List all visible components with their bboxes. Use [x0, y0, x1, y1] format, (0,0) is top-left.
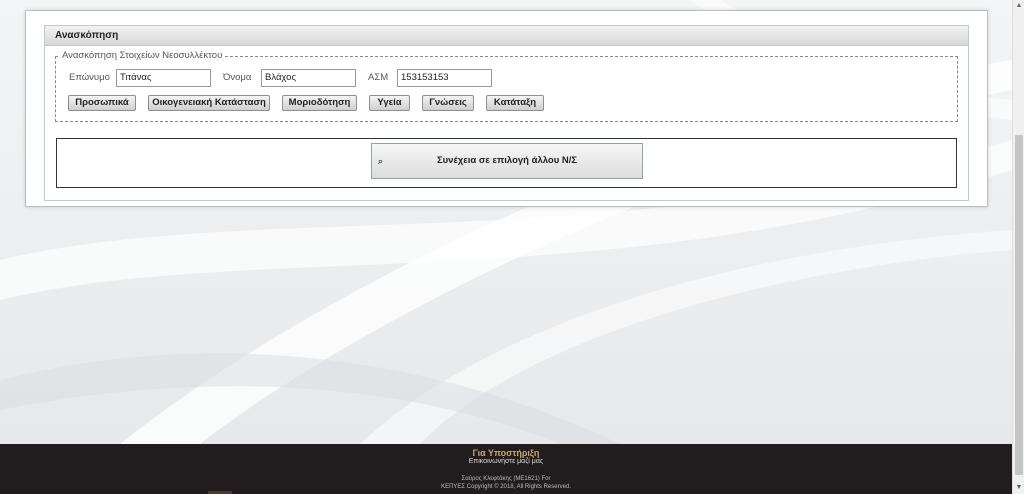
continue-container: ⌕ Συνέχεια σε επιλογή άλλου Ν/Σ [56, 138, 957, 188]
continue-other-recruit-button[interactable]: ⌕ Συνέχεια σε επιλογή άλλου Ν/Σ [371, 143, 643, 179]
scrollbar-thumb[interactable] [1015, 135, 1023, 475]
scroll-down-arrow-icon[interactable]: ▼ [1013, 482, 1024, 494]
knowledge-button[interactable]: Γνώσεις [422, 95, 474, 111]
footer-author: Σαύρος Κλεφτάκης (ΜΕ1621) For [461, 476, 551, 482]
health-button[interactable]: Υγεία [369, 95, 410, 111]
afm-label: ΑΣΜ [368, 72, 389, 83]
panel-title: Ανασκόπηση [45, 26, 968, 46]
placement-button[interactable]: Κατάταξη [486, 95, 544, 111]
search-icon: ⌕ [378, 156, 384, 166]
fieldset-legend: Ανασκόπηση Στοιχείων Νεοσυλλέκτου [60, 50, 225, 61]
surname-field[interactable]: Τιτάνας [116, 69, 211, 87]
overview-panel: Ανασκόπηση Ανασκόπηση Στοιχείων Νεοσυλλέ… [44, 25, 969, 201]
footer-copyright: ΚΕΠΥΕΣ Copyright © 2018, All Rights Rese… [441, 484, 571, 490]
name-field[interactable]: Βλάχος [261, 69, 356, 87]
scoring-button[interactable]: Μοριοδότηση [282, 95, 357, 111]
recruit-overview-fieldset: Ανασκόπηση Στοιχείων Νεοσυλλέκτου Επώνυμ… [55, 50, 958, 122]
contact-link[interactable]: Επικοινωνήστε μαζί μας [0, 458, 1012, 465]
surname-label: Επώνυμο [69, 72, 110, 83]
main-panel: Ανασκόπηση Ανασκόπηση Στοιχείων Νεοσυλλέ… [25, 10, 988, 207]
personal-button[interactable]: Προσωπικά [68, 95, 136, 111]
family-status-button[interactable]: Οικογενειακή Κατάσταση [148, 95, 270, 111]
name-label: Όνομα [223, 72, 252, 83]
support-title[interactable]: Για Υποστήριξη [0, 448, 1012, 458]
continue-label: Συνέχεια σε επιλογή άλλου Ν/Σ [436, 155, 578, 166]
scroll-up-arrow-icon[interactable]: ▲ [1013, 0, 1024, 12]
afm-field[interactable]: 153153153 [397, 69, 492, 87]
vertical-scrollbar[interactable]: ▲ ▼ [1012, 0, 1024, 494]
footer: Για Υποστήριξη Επικοινωνήστε μαζί μας Σα… [0, 444, 1012, 494]
